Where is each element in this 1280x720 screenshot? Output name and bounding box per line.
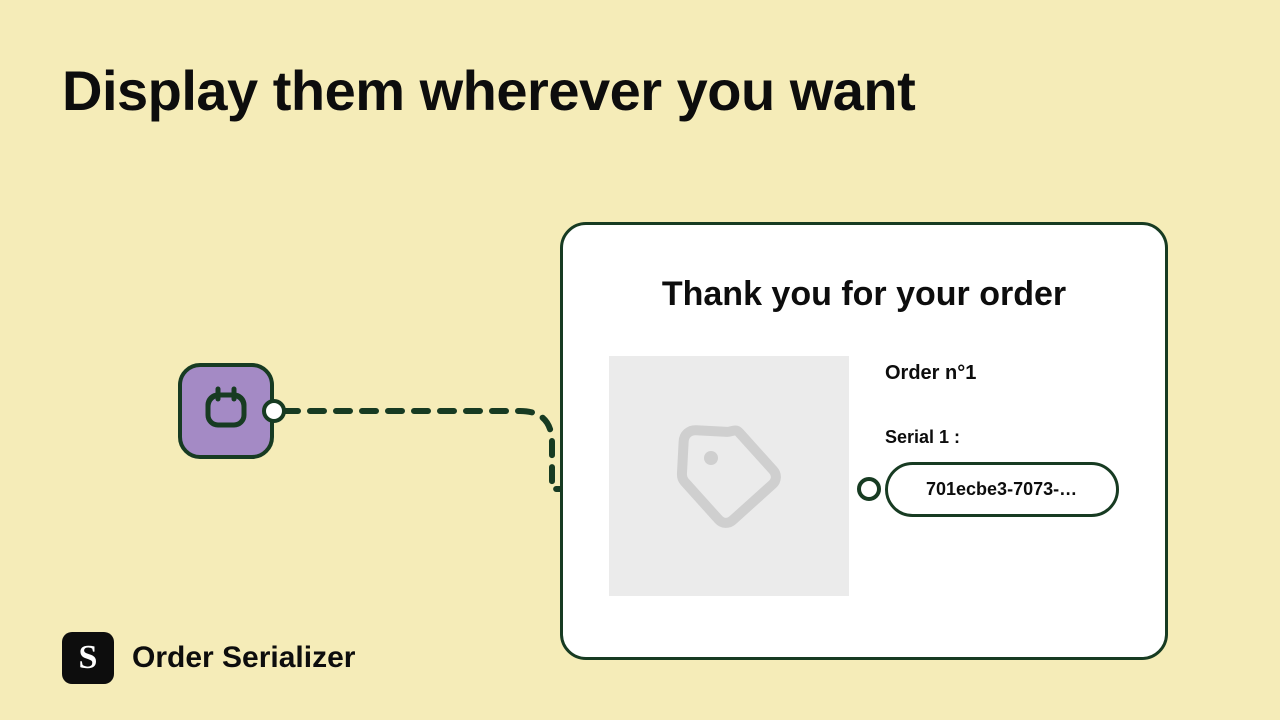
brand-badge-icon: S <box>62 632 114 684</box>
brand-name: Order Serializer <box>132 641 355 675</box>
card-title: Thank you for your order <box>609 275 1119 314</box>
calendar-icon <box>202 385 250 438</box>
order-confirmation-card: Thank you for your order Order n°1 Seria… <box>560 222 1168 660</box>
footer-brand: S Order Serializer <box>62 632 355 684</box>
brand-badge-letter: S <box>79 641 98 675</box>
source-node <box>178 363 274 459</box>
serial-label: Serial 1 : <box>885 427 1119 448</box>
order-info: Order n°1 Serial 1 : 701ecbe3-7073-… <box>885 356 1119 517</box>
page-headline: Display them wherever you want <box>62 60 915 122</box>
source-node-output-port <box>262 399 286 423</box>
serial-value-pill: 701ecbe3-7073-… <box>885 462 1119 517</box>
product-thumbnail <box>609 356 849 596</box>
tag-icon <box>669 414 789 539</box>
serial-field-input-port <box>857 477 881 501</box>
order-number: Order n°1 <box>885 362 1119 385</box>
